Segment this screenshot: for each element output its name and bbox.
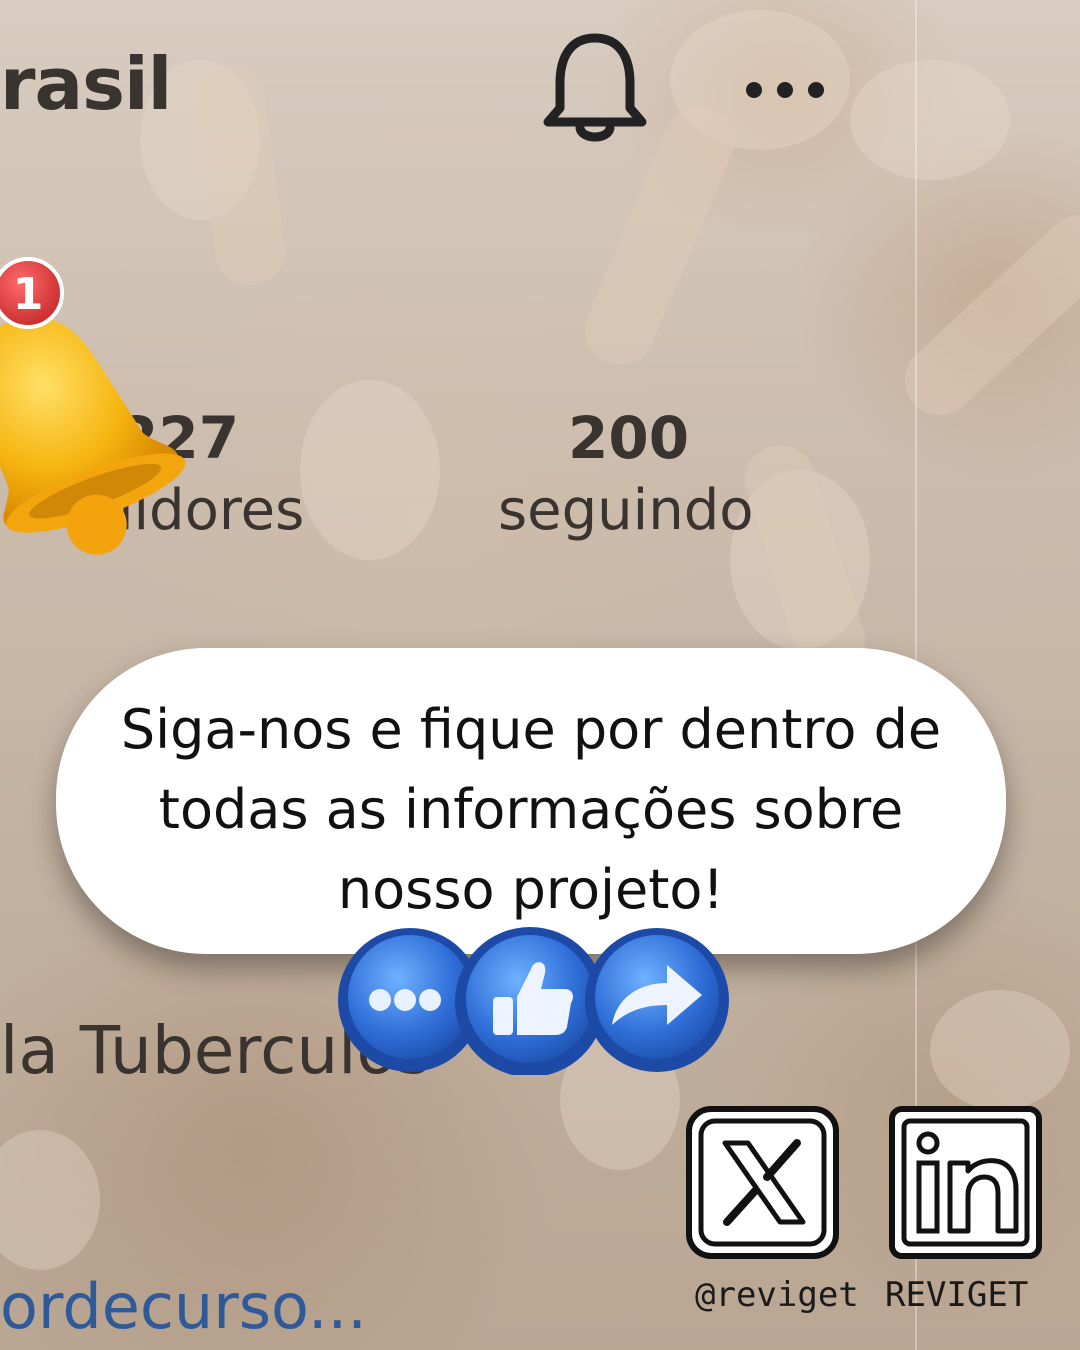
bell-3d-icon: 1 <box>0 257 186 555</box>
following-label[interactable]: seguindo <box>498 478 754 543</box>
profile-link[interactable]: ordecurso... <box>0 1270 367 1343</box>
x-handle[interactable]: @reviget <box>695 1275 859 1315</box>
cta-speech-bubble: Siga-nos e fique por dentro de todas as … <box>56 648 1006 954</box>
following-count[interactable]: 200 <box>568 404 689 472</box>
profile-name: rasil <box>0 42 172 126</box>
more-horizontal-icon[interactable] <box>740 70 830 110</box>
cta-message: Siga-nos e fique por dentro de todas as … <box>120 698 942 921</box>
linkedin-handle[interactable]: REVIGET <box>885 1275 1028 1315</box>
badge-count: 1 <box>13 269 44 320</box>
linkedin-logo-icon[interactable] <box>888 1105 1043 1260</box>
social-links: @reviget REVIGET <box>680 1105 1060 1335</box>
bell-outline-icon[interactable] <box>540 28 650 148</box>
share-arrow-coin-icon[interactable] <box>582 925 732 1075</box>
x-logo-icon[interactable] <box>685 1105 840 1260</box>
